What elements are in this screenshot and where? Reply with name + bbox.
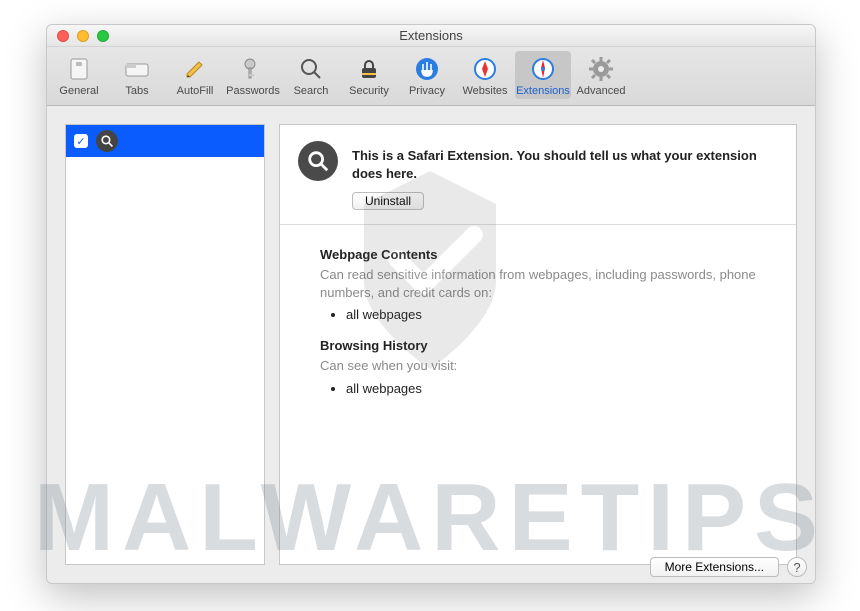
tab-autofill[interactable]: AutoFill	[167, 51, 223, 99]
window-title: Extensions	[47, 28, 815, 43]
switch-icon	[65, 55, 93, 83]
hand-icon	[413, 55, 441, 83]
magnifier-icon	[298, 141, 338, 181]
tab-label: Extensions	[516, 85, 570, 97]
uninstall-button[interactable]: Uninstall	[352, 192, 424, 210]
tab-label: Websites	[462, 85, 507, 97]
preferences-toolbar: General Tabs AutoFill Passwords Search	[47, 47, 815, 106]
close-window-button[interactable]	[57, 30, 69, 42]
tab-label: Passwords	[226, 85, 280, 97]
tab-passwords[interactable]: Passwords	[225, 51, 281, 99]
magnifier-icon	[297, 55, 325, 83]
pencil-icon	[181, 55, 209, 83]
more-extensions-button[interactable]: More Extensions...	[650, 557, 779, 577]
compass-icon	[471, 55, 499, 83]
titlebar: Extensions	[47, 25, 815, 47]
section-subtitle: Can see when you visit:	[320, 357, 756, 375]
lock-icon	[355, 55, 383, 83]
tab-label: AutoFill	[177, 85, 214, 97]
tab-label: Advanced	[577, 85, 626, 97]
tab-security[interactable]: Security	[341, 51, 397, 99]
zoom-window-button[interactable]	[97, 30, 109, 42]
tab-websites[interactable]: Websites	[457, 51, 513, 99]
extension-description: This is a Safari Extension. You should t…	[352, 147, 778, 182]
magnifier-icon	[96, 130, 118, 152]
detail-header: This is a Safari Extension. You should t…	[280, 125, 796, 225]
puzzle-icon	[529, 55, 557, 83]
section-subtitle: Can read sensitive information from webp…	[320, 266, 756, 301]
extension-list-item[interactable]: ✓	[66, 125, 264, 157]
footer-controls: More Extensions... ?	[650, 557, 807, 577]
permission-item: all webpages	[346, 381, 756, 396]
permissions-body: Webpage Contents Can read sensitive info…	[280, 225, 796, 422]
tab-tabs[interactable]: Tabs	[109, 51, 165, 99]
content-area: ✓ This is a Safari Extension. You should…	[47, 106, 815, 583]
traffic-lights	[47, 30, 109, 42]
extension-detail: This is a Safari Extension. You should t…	[279, 124, 797, 565]
tab-label: Security	[349, 85, 389, 97]
extension-enabled-checkbox[interactable]: ✓	[74, 134, 88, 148]
section-title: Webpage Contents	[320, 247, 756, 262]
key-icon	[239, 55, 267, 83]
section-title: Browsing History	[320, 338, 756, 353]
tab-privacy[interactable]: Privacy	[399, 51, 455, 99]
tab-label: Search	[294, 85, 329, 97]
preferences-window: Extensions General Tabs AutoFill Passw	[46, 24, 816, 584]
tab-icon	[123, 55, 151, 83]
tab-advanced[interactable]: Advanced	[573, 51, 629, 99]
tab-label: Privacy	[409, 85, 445, 97]
minimize-window-button[interactable]	[77, 30, 89, 42]
tab-label: Tabs	[125, 85, 148, 97]
extension-list: ✓	[65, 124, 265, 565]
gear-icon	[587, 55, 615, 83]
tab-search[interactable]: Search	[283, 51, 339, 99]
help-button[interactable]: ?	[787, 557, 807, 577]
tab-extensions[interactable]: Extensions	[515, 51, 571, 99]
tab-general[interactable]: General	[51, 51, 107, 99]
permission-item: all webpages	[346, 307, 756, 322]
tab-label: General	[59, 85, 98, 97]
